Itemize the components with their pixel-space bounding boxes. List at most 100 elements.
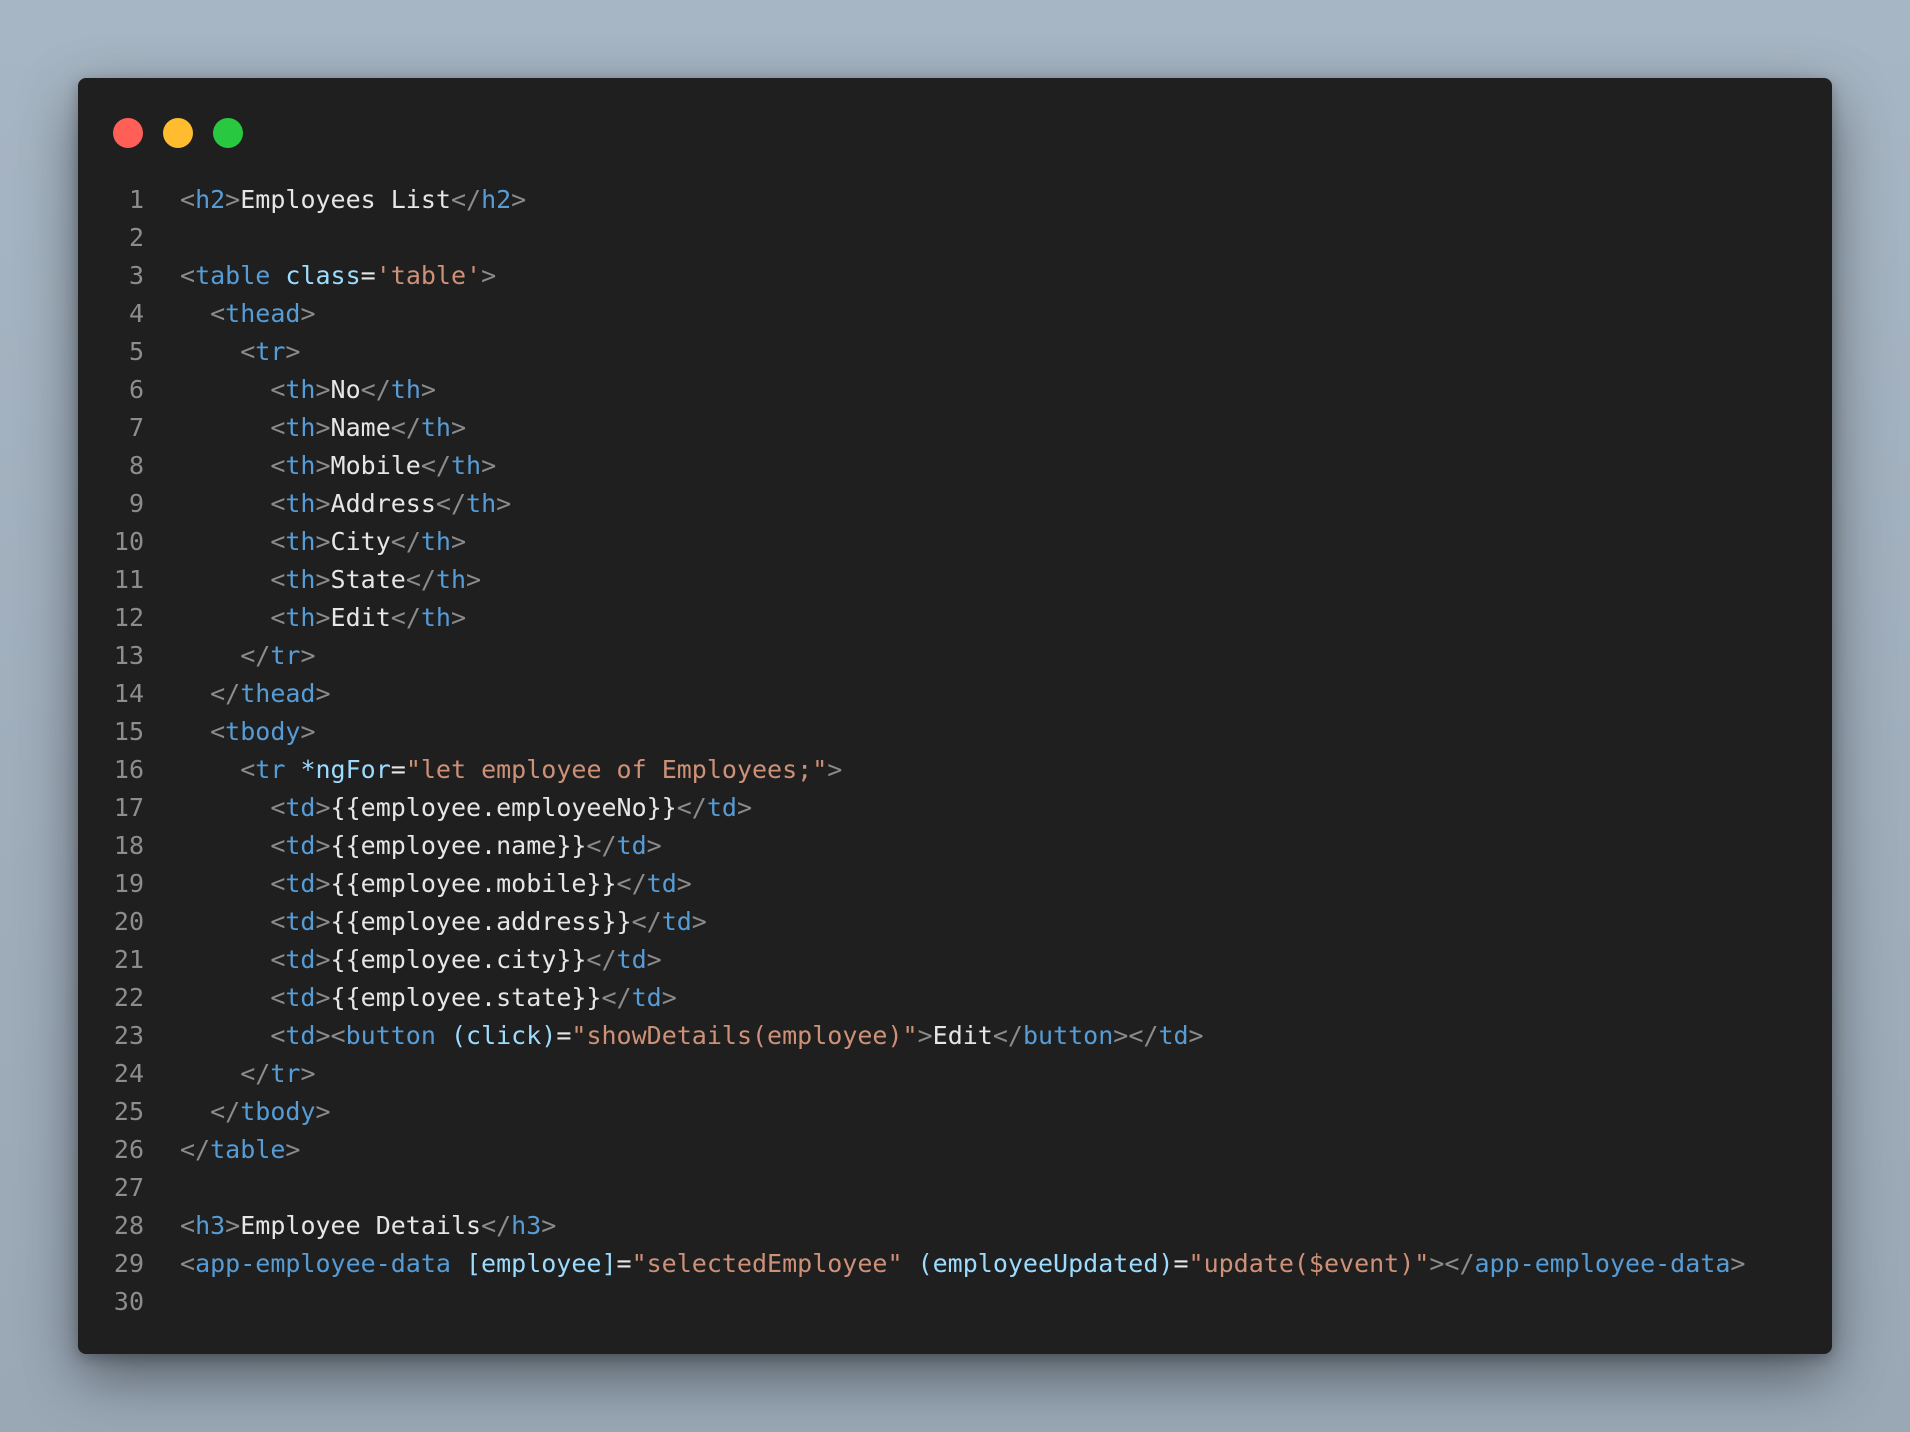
- code-token-punctuation: ><: [315, 1021, 346, 1050]
- code-token-punctuation: <: [270, 869, 286, 898]
- code-token-punctuation: >: [646, 831, 662, 860]
- code-token-punctuation: >: [285, 1135, 301, 1164]
- code-line: 27: [78, 1169, 1832, 1207]
- code-token-punctuation: >: [225, 185, 241, 214]
- code-token-punctuation: <: [270, 603, 286, 632]
- code-token-text: City: [330, 527, 391, 556]
- code-token-punctuation: >: [225, 1211, 241, 1240]
- line-number: 13: [113, 641, 144, 670]
- code-token-text: Mobile: [330, 451, 421, 480]
- code-token-punctuation: >: [917, 1021, 933, 1050]
- line-number: 4: [128, 299, 144, 328]
- code-token-text: =: [390, 755, 406, 784]
- line-number: 18: [113, 831, 144, 860]
- code-token-tag-name: app-employee-data: [195, 1249, 451, 1278]
- code-token-tag-name: tr: [270, 1059, 301, 1088]
- line-content: <td>{{employee.employeeNo}}</td>: [180, 789, 1832, 827]
- line-content: <th>Edit</th>: [180, 599, 1832, 637]
- code-token-attribute-name: class: [285, 261, 361, 290]
- line-number: 16: [113, 755, 144, 784]
- code-token-punctuation: <: [270, 831, 286, 860]
- code-token-tag-name: td: [616, 831, 647, 860]
- code-editor[interactable]: 1 <h2>Employees List</h2> 2 3 <table class='…: [78, 181, 1832, 1321]
- code-token-punctuation: >: [736, 793, 753, 822]
- code-token-punctuation: >: [315, 489, 331, 518]
- line-content: <th>Name</th>: [180, 409, 1832, 447]
- code-token-punctuation: >: [315, 565, 331, 594]
- line-number: 27: [113, 1173, 144, 1202]
- code-token-tag-name: thead: [240, 679, 316, 708]
- close-button[interactable]: [113, 118, 143, 148]
- maximize-button[interactable]: [213, 118, 243, 148]
- code-token-punctuation: <: [240, 755, 256, 784]
- line-content: <h3>Employee Details</h3>: [180, 1207, 1832, 1245]
- code-token-text: {{employee.city}}: [330, 945, 587, 974]
- code-token-tag-name: td: [285, 907, 316, 936]
- code-token-punctuation: >: [450, 413, 467, 442]
- code-token-punctuation: >: [315, 451, 331, 480]
- code-token-punctuation: >: [661, 983, 677, 1012]
- code-token-tag-name: th: [450, 451, 482, 480]
- code-token-punctuation: </: [420, 451, 451, 480]
- code-line: 14 </thead>: [78, 675, 1832, 713]
- line-number: 14: [113, 679, 144, 708]
- code-token-tag-name: table: [195, 261, 271, 290]
- code-token-punctuation: >: [315, 983, 331, 1012]
- code-token-punctuation: >: [466, 565, 482, 594]
- code-token-punctuation: </: [210, 679, 241, 708]
- code-token-text: =: [1173, 1249, 1189, 1278]
- code-token-punctuation: >: [300, 299, 316, 328]
- code-line: 4 <thead>: [78, 295, 1832, 333]
- code-token-tag-name: app-employee-data: [1474, 1249, 1731, 1278]
- code-token-punctuation: <: [270, 375, 286, 404]
- minimize-button[interactable]: [163, 118, 193, 148]
- code-token-punctuation: </: [390, 527, 421, 556]
- code-window: 1 <h2>Employees List</h2> 2 3 <table class='…: [78, 78, 1832, 1354]
- code-token-punctuation: </: [676, 793, 707, 822]
- code-token-tag-name: button: [345, 1021, 436, 1050]
- line-number: 12: [113, 603, 144, 632]
- line-number: 9: [128, 489, 144, 518]
- code-line: 9 <th>Address</th>: [78, 485, 1832, 523]
- code-token-tag-name: th: [285, 603, 316, 632]
- code-token-punctuation: </: [992, 1021, 1023, 1050]
- line-number: 19: [113, 869, 144, 898]
- code-token-punctuation: </: [240, 1059, 271, 1088]
- line-number: 7: [128, 413, 144, 442]
- code-token-tag-name: h2: [481, 185, 512, 214]
- code-token-punctuation: >: [315, 945, 331, 974]
- line-content: <tbody>: [180, 713, 1832, 751]
- code-line: 17 <td>{{employee.employeeNo}}</td>: [78, 789, 1832, 827]
- code-token-tag-name: td: [285, 869, 316, 898]
- code-token-tag-name: th: [420, 527, 451, 556]
- code-token-tag-name: th: [390, 375, 421, 404]
- code-line: 20 <td>{{employee.address}}</td>: [78, 903, 1832, 941]
- line-content: <td>{{employee.city}}</td>: [180, 941, 1832, 979]
- code-token-punctuation: <: [270, 565, 286, 594]
- code-token-punctuation: <: [270, 1021, 286, 1050]
- code-token-tag-name: h2: [195, 185, 226, 214]
- code-line: 29 <app-employee-data [employee]="selecte…: [78, 1245, 1832, 1283]
- code-token-punctuation: >: [315, 527, 331, 556]
- line-content: [180, 219, 1832, 257]
- code-token-punctuation: </: [360, 375, 391, 404]
- code-token-text: State: [330, 565, 406, 594]
- code-token-punctuation: ></: [1113, 1021, 1159, 1050]
- code-token-text: Employee Details: [240, 1211, 482, 1240]
- code-token-text: {{employee.name}}: [330, 831, 587, 860]
- code-token-punctuation: <: [270, 489, 286, 518]
- code-token-tag-name: td: [285, 1021, 316, 1050]
- code-line: 2: [78, 219, 1832, 257]
- code-token-text: {{employee.mobile}}: [330, 869, 617, 898]
